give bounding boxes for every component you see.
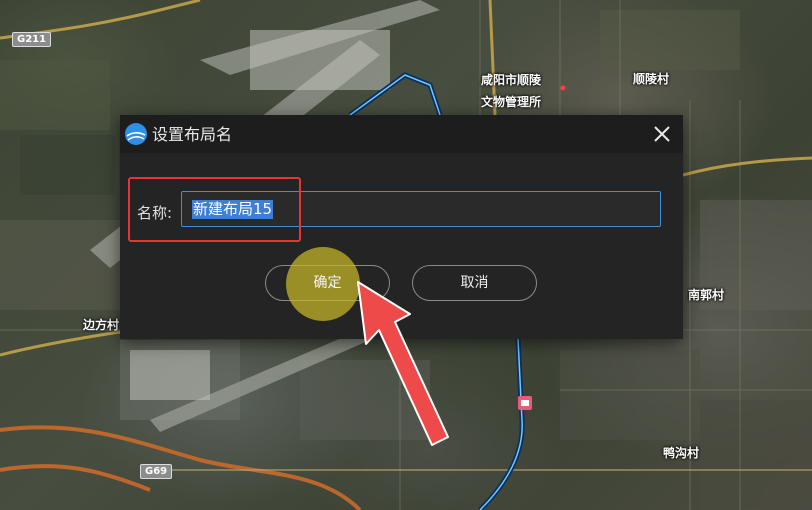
set-layout-name-dialog: 设置布局名 名称: 新建布局15 确定 取消: [120, 115, 683, 339]
map-label-shunling-village: 顺陵村: [633, 72, 670, 86]
map-label-yagou-village: 鸭沟村: [663, 446, 700, 460]
ok-button-overlay-label: 确定: [313, 275, 342, 291]
app-logo-icon: [124, 122, 148, 146]
map-label-bianfang-village: 边方村: [83, 318, 120, 332]
road-shield-g211: G211: [12, 32, 52, 47]
dialog-title: 设置布局名: [152, 125, 233, 144]
cancel-button[interactable]: 取消: [412, 265, 537, 301]
highlight-box: [128, 177, 301, 242]
dialog-header: 设置布局名: [120, 115, 683, 153]
map-label-shunling-museum-line2: 文物管理所: [481, 95, 542, 109]
map-label-nanguo-village: 南郭村: [688, 288, 725, 302]
map-label-shunling-museum-line1: 咸阳市顺陵: [481, 73, 542, 87]
road-shield-g69: G69: [140, 464, 173, 479]
close-icon[interactable]: [649, 121, 675, 147]
